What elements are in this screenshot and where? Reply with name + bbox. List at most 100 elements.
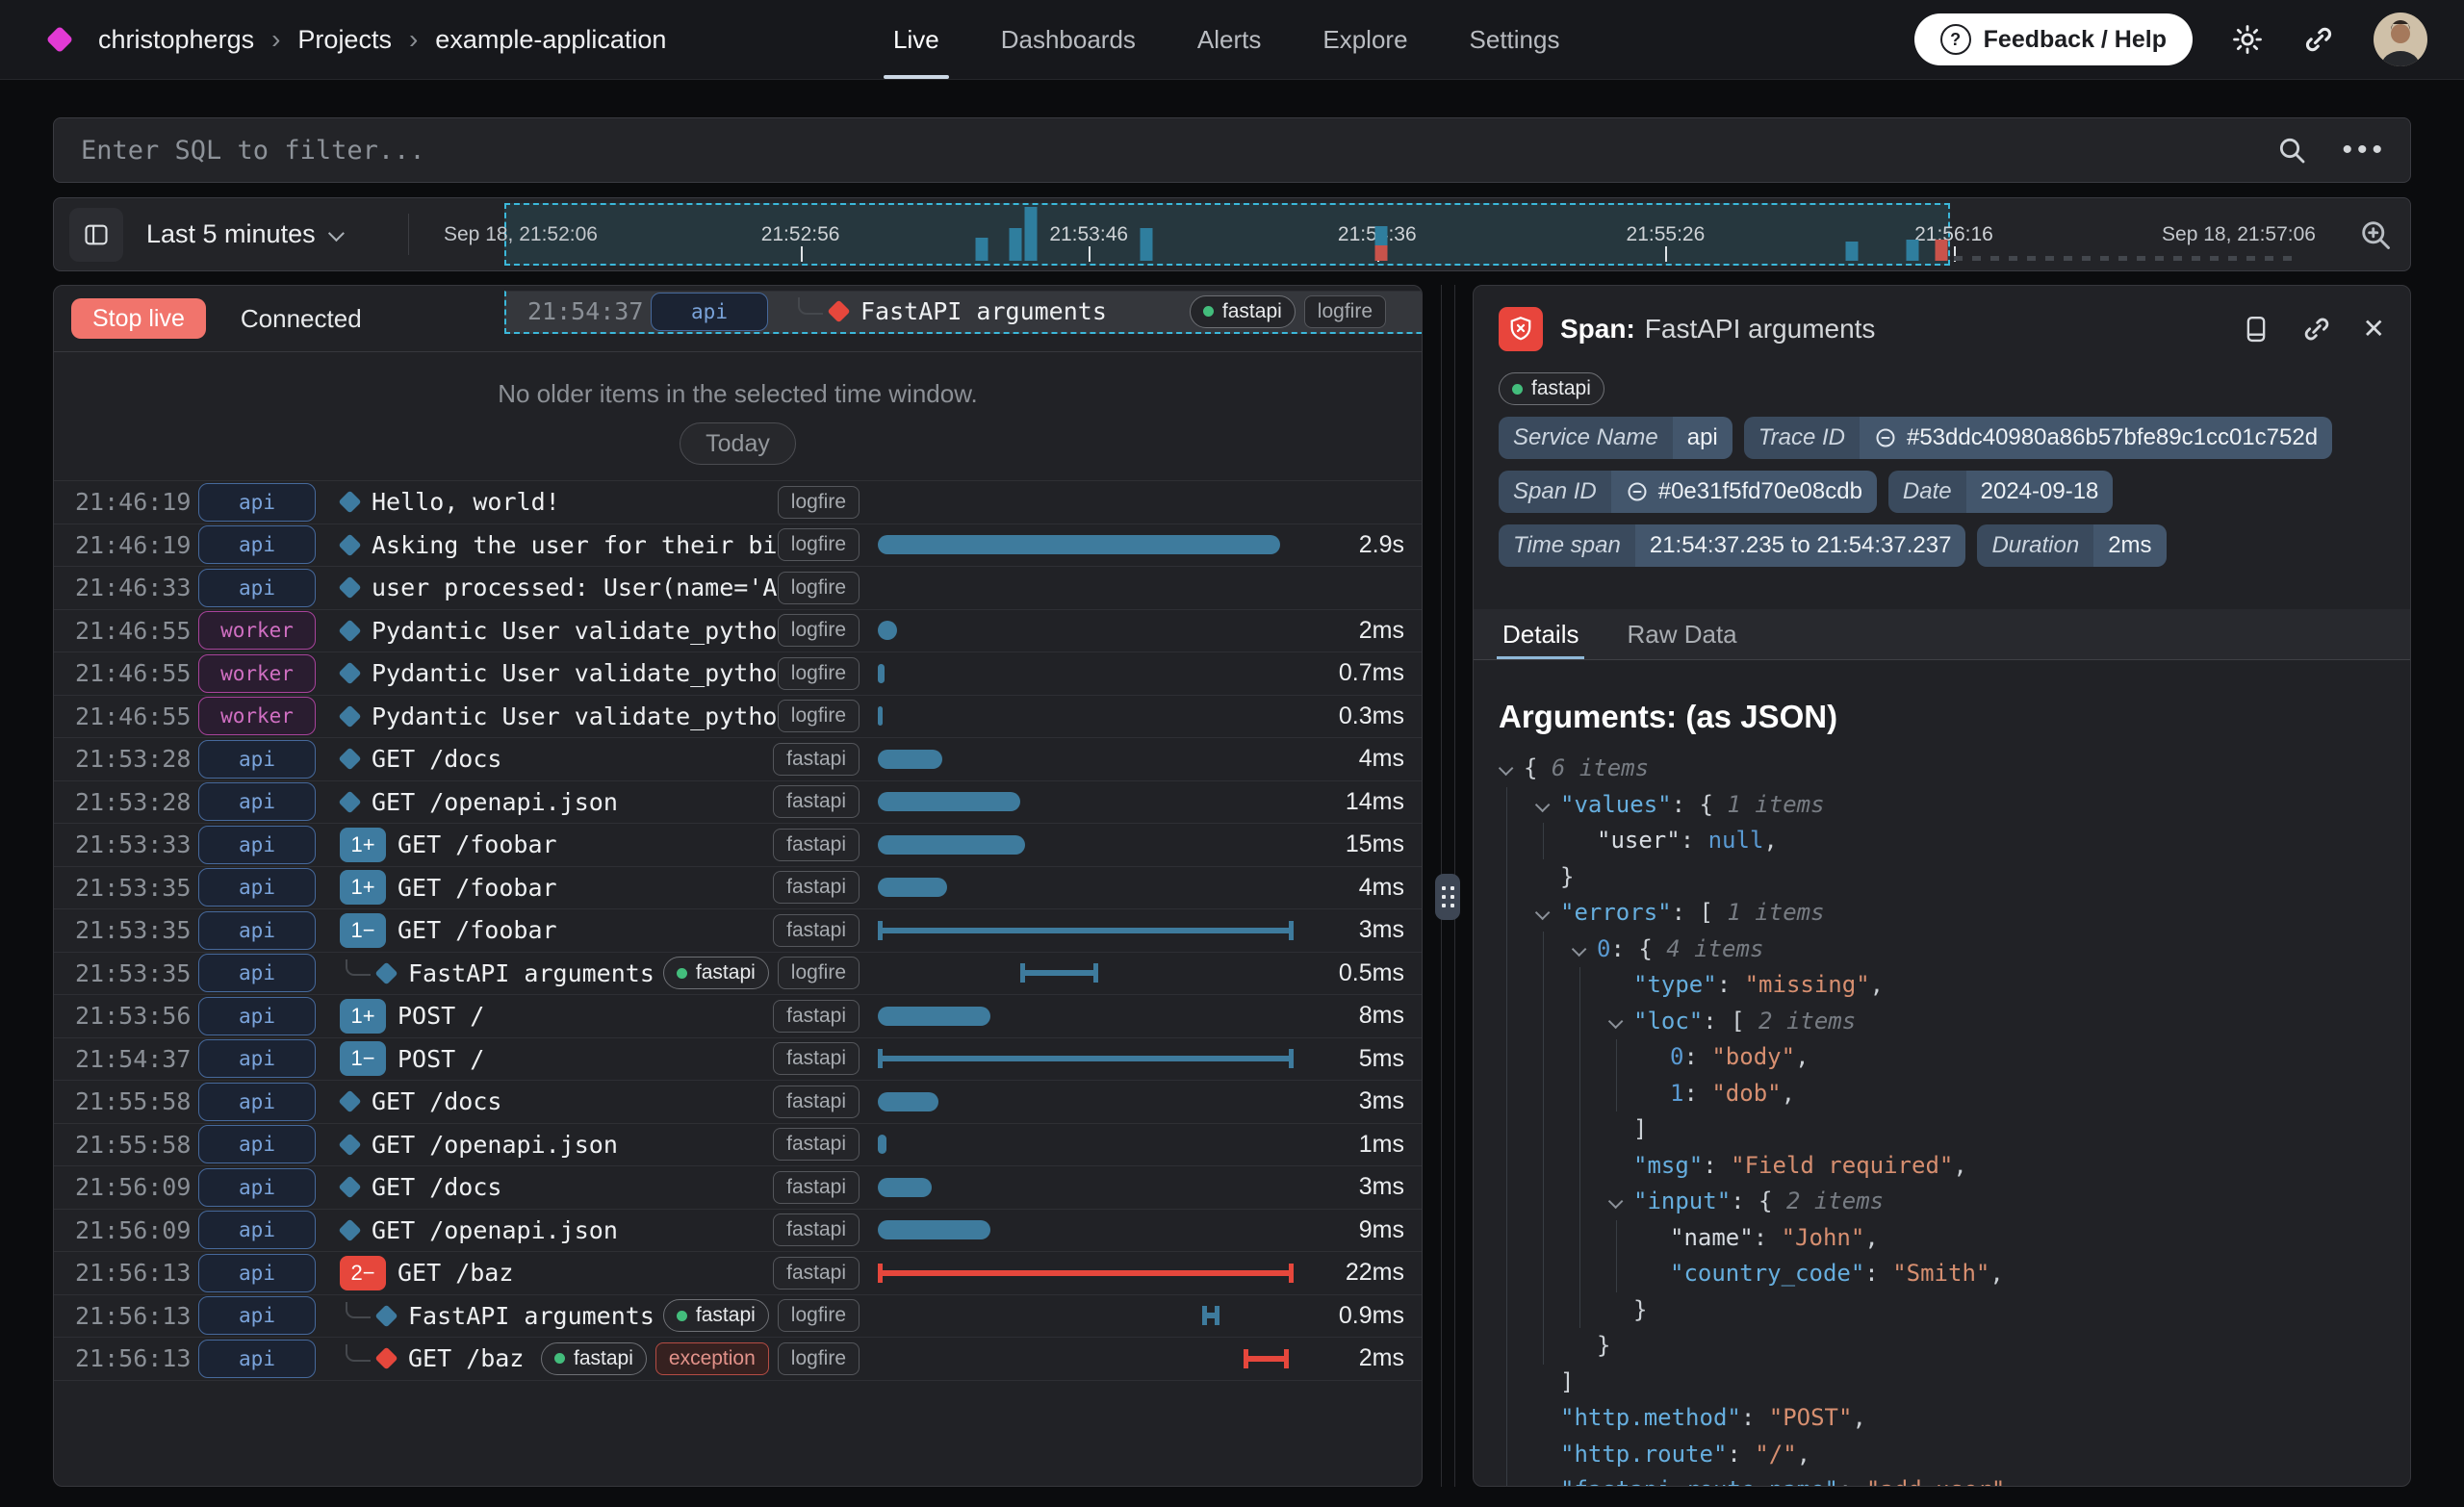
span-name: POST / (398, 1002, 484, 1030)
children-count-badge[interactable]: 2− (340, 1256, 386, 1290)
collapse-caret-icon[interactable] (1608, 1004, 1633, 1040)
span-name: POST / (398, 1045, 484, 1073)
children-count-badge[interactable]: 1+ (340, 870, 386, 905)
search-icon[interactable] (2276, 135, 2307, 166)
trace-row[interactable]: 21:55:58apiGET /docsfastapi3ms (54, 1080, 1422, 1123)
question-icon: ? (1940, 24, 1971, 55)
link-icon[interactable] (1626, 480, 1649, 503)
share-link-icon[interactable] (2302, 23, 2335, 56)
tab-details[interactable]: Details (1502, 609, 1578, 659)
tag-badge-fastapi: fastapi (773, 1128, 860, 1161)
copy-link-icon[interactable] (2301, 314, 2332, 345)
span-name: FastAPI arguments (860, 297, 1107, 325)
breadcrumb-item[interactable]: christophergs (98, 25, 254, 55)
tab-raw-data[interactable]: Raw Data (1627, 609, 1736, 659)
link-icon[interactable] (1874, 426, 1897, 449)
trace-row[interactable]: 21:46:19apiHello, world!logfire (54, 480, 1422, 524)
dock-panel-icon[interactable] (2242, 315, 2271, 344)
panel-splitter[interactable] (1423, 285, 1473, 1487)
row-time: 21:46:19 (54, 531, 198, 559)
today-button[interactable]: Today (680, 422, 796, 465)
splitter-drag-handle[interactable] (1435, 874, 1460, 920)
tab-live[interactable]: Live (893, 0, 939, 79)
breadcrumb-item[interactable]: Projects (297, 25, 392, 55)
theme-toggle-icon[interactable] (2231, 23, 2264, 56)
connection-status: Connected (241, 304, 362, 334)
tag-badge-fastapi: fastapi (773, 914, 860, 947)
span-diamond-icon (338, 1218, 361, 1241)
close-icon[interactable]: ✕ (2363, 316, 2385, 343)
duration-bar (1020, 963, 1098, 983)
span-diamond-icon (338, 491, 361, 514)
collapse-caret-icon[interactable] (1572, 932, 1597, 968)
zoom-in-icon[interactable] (2358, 217, 2393, 252)
trace-row[interactable]: 21:54:37api1−POST /fastapi5ms (54, 1037, 1422, 1081)
duration-bar (878, 1007, 990, 1026)
trace-row[interactable]: 21:55:58apiGET /openapi.jsonfastapi1ms (54, 1123, 1422, 1166)
json-line: ] (1499, 1365, 2385, 1401)
stop-live-button[interactable]: Stop live (71, 298, 206, 339)
json-line: "http.method": "POST", (1499, 1400, 2385, 1437)
tag-badge-fastapi: fastapi (773, 1257, 860, 1290)
row-time: 21:53:35 (54, 916, 198, 944)
breadcrumb-separator: › (271, 24, 280, 55)
span-diamond-error-icon (374, 1347, 398, 1370)
json-line: "http.route": "/", (1499, 1437, 2385, 1473)
tab-explore[interactable]: Explore (1322, 0, 1407, 79)
children-count-badge[interactable]: 1− (340, 1041, 386, 1076)
trace-row[interactable]: 21:46:19apiAsking the user for their bir… (54, 524, 1422, 567)
trace-row[interactable]: 21:46:55workerPydantic User validate_pyt… (54, 609, 1422, 652)
trace-row[interactable]: 21:46:55workerPydantic User validate_pyt… (54, 651, 1422, 695)
tab-alerts[interactable]: Alerts (1197, 0, 1261, 79)
tab-dashboards[interactable]: Dashboards (1001, 0, 1136, 79)
trace-row[interactable]: 21:53:28apiGET /openapi.jsonfastapi14ms (54, 780, 1422, 824)
collapse-caret-icon[interactable] (1535, 895, 1560, 932)
children-count-badge[interactable]: 1+ (340, 828, 386, 862)
children-count-badge[interactable]: 1− (340, 913, 386, 948)
feedback-help-button[interactable]: ? Feedback / Help (1914, 13, 2193, 65)
json-line: "name": "John", (1499, 1220, 2385, 1257)
sql-filter-input[interactable]: Enter SQL to filter... (81, 136, 2276, 166)
timeline-end-label: Sep 18, 21:57:06 (2162, 223, 2316, 246)
tab-settings[interactable]: Settings (1470, 0, 1560, 79)
row-time: 21:56:09 (54, 1173, 198, 1201)
trace-row[interactable]: 21:56:13api2−GET /bazfastapi22ms (54, 1251, 1422, 1294)
collapse-caret-icon[interactable] (1608, 1184, 1633, 1220)
chip-label: Time span (1499, 524, 1635, 567)
trace-row[interactable]: 21:46:55workerPydantic User validate_pyt… (54, 695, 1422, 738)
trace-row[interactable]: 21:56:13apiGET /baz (fofastapiexceptionl… (54, 1337, 1422, 1380)
logfire-logo-icon[interactable] (46, 26, 73, 53)
sidebar-toggle-button[interactable] (69, 208, 123, 262)
trace-row[interactable]: 21:53:35api1−GET /foobarfastapi3ms (54, 908, 1422, 952)
trace-row[interactable]: 21:53:35apiFastAPI argumentsfastapilogfi… (54, 952, 1422, 995)
user-avatar[interactable] (2374, 13, 2427, 66)
collapse-caret-icon[interactable] (1499, 751, 1524, 787)
time-range-dropdown[interactable]: Last 5 minutes (146, 198, 341, 270)
trace-row[interactable]: 21:56:09apiGET /docsfastapi3ms (54, 1165, 1422, 1209)
attribute-chip-span-id: Span ID#0e31f5fd70e08cdb (1499, 471, 1877, 513)
row-time: 21:53:56 (54, 1002, 198, 1030)
timeline-selection[interactable]: 21:52:5621:53:4621:54:3621:55:2621:56:16 (504, 203, 1950, 266)
trace-row[interactable]: 21:56:09apiGET /openapi.jsonfastapi9ms (54, 1209, 1422, 1252)
duration-label: 8ms (1306, 1002, 1422, 1030)
tag-badge-fastapi: fastapi (541, 1342, 647, 1375)
trace-row[interactable]: 21:53:33api1+GET /foobarfastapi15ms (54, 823, 1422, 866)
trace-row[interactable]: 21:54:37apiFastAPI argumentsfastapilogfi… (504, 291, 1423, 334)
histogram-bar (1141, 228, 1153, 261)
row-time: 21:53:35 (54, 874, 198, 902)
span-diamond-icon (338, 533, 361, 556)
attribute-chip-date: Date2024-09-18 (1888, 471, 2113, 513)
trace-row[interactable]: 21:56:13apiFastAPI argumentsfastapilogfi… (54, 1294, 1422, 1338)
row-time: 21:56:13 (54, 1302, 198, 1330)
collapse-caret-icon[interactable] (1535, 787, 1560, 824)
tag-badge-fastapi: fastapi (1190, 295, 1296, 328)
breadcrumb-item[interactable]: example-application (435, 25, 666, 55)
trace-row[interactable]: 21:53:35api1+GET /foobarfastapi4ms (54, 866, 1422, 909)
children-count-badge[interactable]: 1+ (340, 999, 386, 1034)
trace-row[interactable]: 21:46:33apiuser processed: User(name='An… (54, 566, 1422, 609)
chip-label: Span ID (1499, 471, 1611, 513)
trace-row[interactable]: 21:53:28apiGET /docsfastapi4ms (54, 737, 1422, 780)
tag-badge-logfire: logfire (778, 1342, 860, 1375)
row-time: 21:46:19 (54, 488, 198, 516)
trace-row[interactable]: 21:53:56api1+POST /fastapi8ms (54, 994, 1422, 1037)
